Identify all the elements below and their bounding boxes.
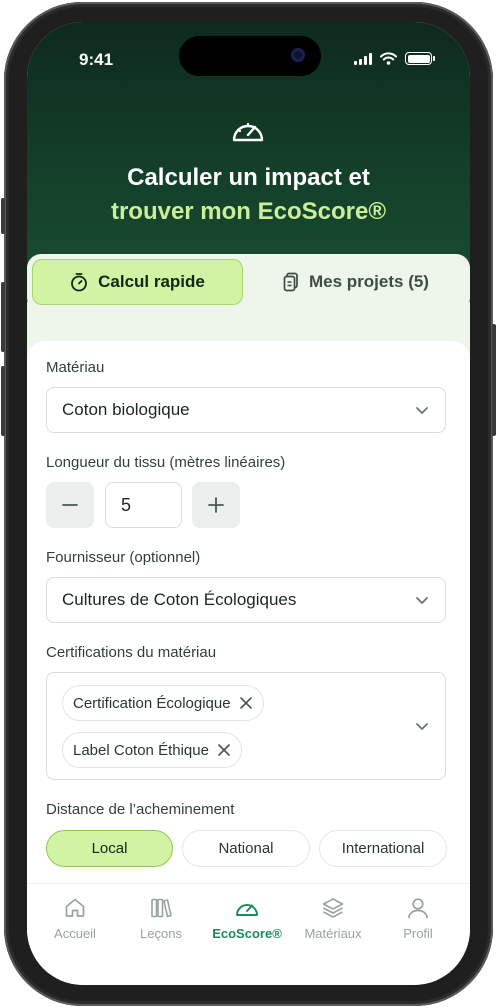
material-select-value: Coton biologique — [62, 400, 190, 419]
status-time: 9:41 — [79, 50, 114, 69]
hero-title-line1: Calculer un impact et — [127, 164, 370, 191]
nav-label: EcoScore® — [212, 926, 282, 941]
distance-option-international[interactable]: International — [319, 830, 447, 867]
nav-item-accueil[interactable]: Accueil — [31, 896, 119, 941]
certification-chip: Label Coton Éthique — [62, 732, 242, 768]
mode-tabs: Calcul rapide Mes projets (5) — [27, 254, 470, 312]
nav-item-materiaux[interactable]: Matériaux — [289, 896, 377, 941]
nav-item-profil[interactable]: Profil — [374, 896, 462, 941]
nav-item-ecoscore[interactable]: EcoScore® — [203, 896, 291, 941]
nav-label: Leçons — [140, 926, 182, 941]
close-icon[interactable] — [217, 743, 231, 757]
status-icons — [354, 52, 435, 65]
increment-button[interactable] — [192, 482, 240, 528]
tab-mes-projets[interactable]: Mes projets (5) — [249, 259, 463, 305]
chevron-down-icon — [416, 407, 428, 415]
hero-title-line2: trouver mon EcoScore® — [110, 198, 387, 225]
chevron-down-icon — [416, 597, 428, 605]
material-label: Matériau — [46, 359, 105, 376]
certification-chip-label: Certification Écologique — [73, 694, 231, 712]
plus-icon — [208, 497, 224, 513]
battery-icon — [405, 52, 435, 65]
gauge-icon — [236, 904, 258, 916]
length-value: 5 — [121, 494, 132, 515]
chevron-down-icon — [416, 723, 428, 731]
certification-chip-label: Label Coton Éthique — [73, 741, 209, 759]
cellular-signal-icon — [354, 52, 372, 65]
certifications-label: Certifications du matériau — [46, 644, 217, 661]
certifications-multiselect[interactable]: Certification Écologique Label Coton Éth… — [46, 672, 446, 780]
nav-item-lecons[interactable]: Leçons — [117, 896, 205, 941]
app-screen: 9:41 Calculer un impact et trouver mon E… — [27, 22, 470, 985]
dynamic-island — [179, 36, 321, 76]
decrement-button[interactable] — [46, 482, 94, 528]
distance-option-local[interactable]: Local — [46, 830, 173, 867]
tab-calcul-rapide[interactable]: Calcul rapide — [32, 259, 243, 305]
bottom-nav: Accueil Leçons EcoScore® Matériaux Profi… — [27, 883, 470, 985]
tab-mes-projets-label: Mes projets (5) — [309, 272, 429, 291]
certification-chip: Certification Écologique — [62, 685, 264, 721]
volume-up-button — [1, 282, 5, 352]
power-button — [492, 324, 496, 436]
close-icon[interactable] — [239, 696, 253, 710]
user-icon — [408, 898, 428, 919]
distance-label: Distance de l’acheminement — [46, 801, 235, 818]
calculator-form: Matériau Coton biologique Longueur du ti… — [27, 341, 470, 901]
supplier-select-value: Cultures de Coton Écologiques — [62, 590, 297, 609]
nav-label: Accueil — [54, 926, 96, 941]
nav-label: Matériaux — [304, 926, 362, 941]
home-icon — [65, 898, 85, 917]
minus-icon — [62, 504, 78, 506]
supplier-select[interactable]: Cultures de Coton Écologiques — [46, 577, 446, 623]
volume-down-button — [1, 366, 5, 436]
camera-icon — [291, 48, 305, 62]
layers-icon — [322, 898, 344, 918]
mute-switch — [1, 198, 5, 234]
nav-label: Profil — [403, 926, 433, 941]
documents-icon — [283, 272, 298, 292]
length-input[interactable]: 5 — [105, 482, 182, 528]
length-label: Longueur du tissu (mètres linéaires) — [46, 454, 286, 471]
wifi-icon — [380, 52, 397, 65]
books-icon — [151, 898, 172, 918]
tab-calcul-rapide-label: Calcul rapide — [98, 272, 205, 291]
supplier-label: Fournisseur (optionnel) — [46, 549, 201, 566]
material-select[interactable]: Coton biologique — [46, 387, 446, 433]
distance-option-national[interactable]: National — [182, 830, 310, 867]
gauge-icon — [232, 122, 264, 142]
stopwatch-icon — [71, 273, 88, 292]
